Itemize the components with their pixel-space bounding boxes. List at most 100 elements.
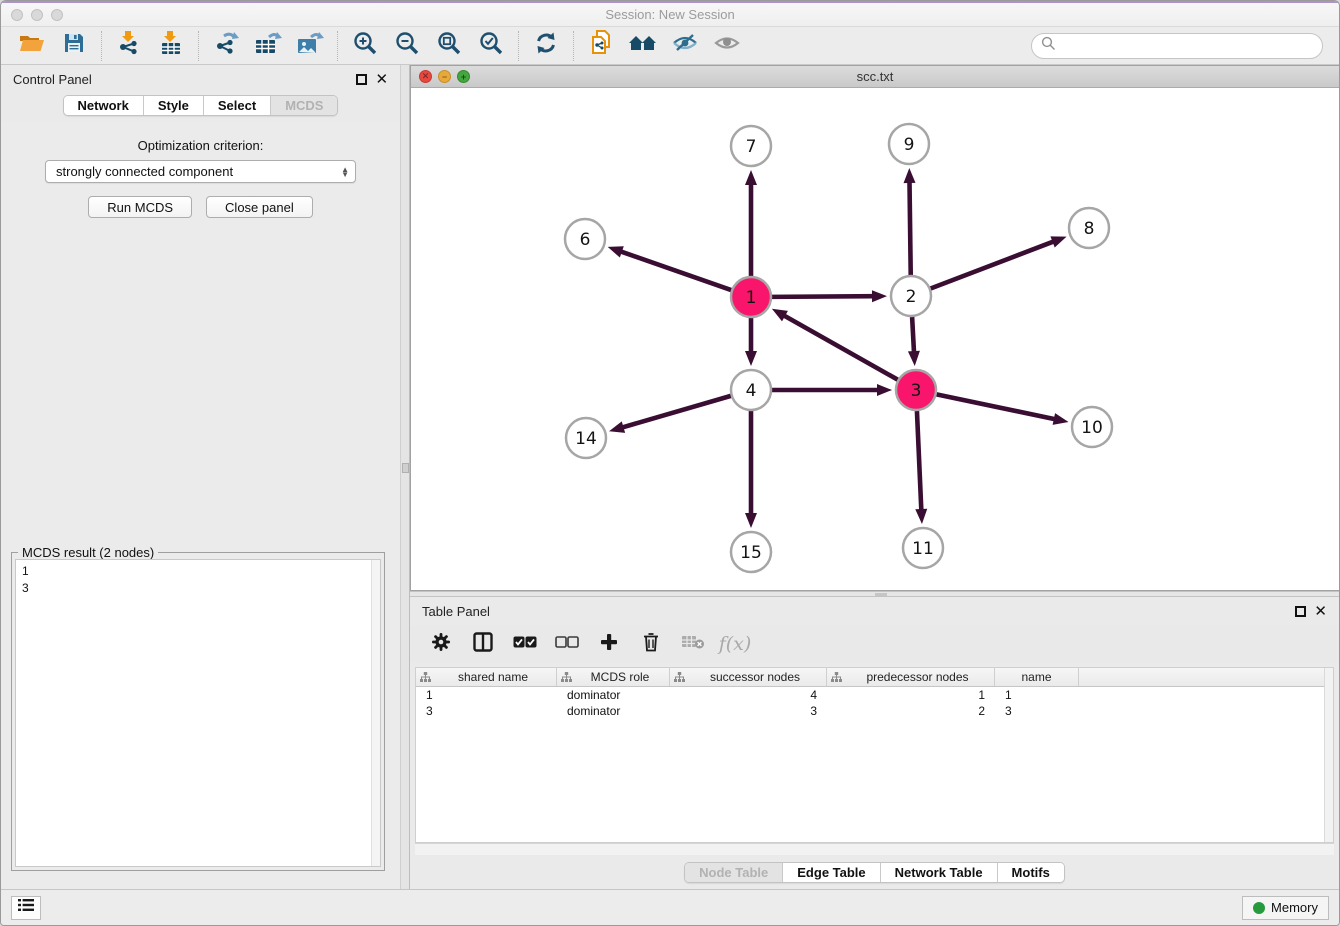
hide-selected-button[interactable] xyxy=(664,30,706,62)
export-image-button[interactable] xyxy=(289,30,331,62)
column-header-shared-name[interactable]: shared name xyxy=(416,668,557,686)
graph-edge-3-10[interactable] xyxy=(937,394,1056,419)
toolbar-separator xyxy=(573,31,574,61)
graph-edge-1-6[interactable] xyxy=(620,251,731,290)
cell-predecessor-nodes[interactable]: 2 xyxy=(827,703,995,719)
float-table-panel-icon[interactable] xyxy=(1295,606,1306,617)
table-row[interactable]: 1dominator411 xyxy=(416,687,1333,703)
zoom-selected-button[interactable] xyxy=(470,30,512,62)
search-input[interactable] xyxy=(1061,38,1313,53)
go-home-button[interactable] xyxy=(622,30,664,62)
delete-column-button[interactable] xyxy=(634,629,668,659)
zoom-out-button[interactable] xyxy=(386,30,428,62)
graph-edge-4-14[interactable] xyxy=(622,396,731,428)
select-stepper-icon: ▲▼ xyxy=(341,167,351,177)
fx-icon: f(x) xyxy=(719,633,752,655)
table-settings-button[interactable] xyxy=(424,629,458,659)
graph-edge-3-11[interactable] xyxy=(917,411,921,511)
tab-network-table[interactable]: Network Table xyxy=(881,863,998,882)
tab-motifs[interactable]: Motifs xyxy=(998,863,1064,882)
column-header-predecessor-nodes[interactable]: predecessor nodes xyxy=(827,668,995,686)
zoom-fit-icon xyxy=(436,30,462,61)
zoom-in-button[interactable] xyxy=(344,30,386,62)
network-graph[interactable]: 7968124314101511 xyxy=(411,88,1339,588)
splitter-handle[interactable] xyxy=(875,593,887,596)
network-canvas[interactable]: 7968124314101511 xyxy=(411,88,1339,590)
cell-name[interactable]: 3 xyxy=(995,703,1079,719)
network-window-titlebar[interactable]: ✕ − + scc.txt xyxy=(411,66,1339,88)
close-panel-button[interactable]: Close panel xyxy=(206,196,313,218)
table-vertical-scrollbar[interactable] xyxy=(1324,668,1333,842)
tab-mcds[interactable]: MCDS xyxy=(271,96,337,115)
close-panel-icon[interactable]: ✕ xyxy=(375,74,388,85)
graph-arrowhead-3-1 xyxy=(772,309,788,322)
add-column-button[interactable] xyxy=(592,629,626,659)
delete-table-icon xyxy=(681,634,705,655)
eye-icon xyxy=(713,32,741,59)
column-layout-button[interactable] xyxy=(466,629,500,659)
cell-MCDS-role[interactable]: dominator xyxy=(557,687,670,703)
vertical-splitter[interactable] xyxy=(400,65,410,889)
export-table-button[interactable] xyxy=(247,30,289,62)
optimization-criterion-label: Optimization criterion: xyxy=(1,138,400,153)
tab-network[interactable]: Network xyxy=(64,96,144,115)
import-network-button[interactable] xyxy=(108,30,150,62)
import-table-icon xyxy=(158,30,184,61)
graph-edge-2-3[interactable] xyxy=(912,317,914,353)
mcds-result-line: 3 xyxy=(22,580,380,597)
clone-network-button[interactable] xyxy=(580,30,622,62)
search-box[interactable] xyxy=(1031,33,1323,59)
network-close-button[interactable]: ✕ xyxy=(419,70,432,83)
save-session-button[interactable] xyxy=(53,30,95,62)
result-scrollbar[interactable] xyxy=(371,560,380,866)
console-button[interactable] xyxy=(11,896,41,920)
application-window: Session: New Session xyxy=(0,0,1340,926)
splitter-handle[interactable] xyxy=(402,463,409,473)
tab-style[interactable]: Style xyxy=(144,96,204,115)
cell-shared-name[interactable]: 1 xyxy=(416,687,557,703)
cell-predecessor-nodes[interactable]: 1 xyxy=(827,687,995,703)
criterion-select[interactable]: strongly connected component ▲▼ xyxy=(45,160,356,183)
table-row[interactable]: 3dominator323 xyxy=(416,703,1333,719)
deselect-all-button[interactable] xyxy=(550,629,584,659)
graph-edge-3-1[interactable] xyxy=(783,315,897,380)
select-all-button[interactable] xyxy=(508,629,542,659)
window-titlebar[interactable]: Session: New Session xyxy=(1,3,1339,27)
column-header-successor-nodes[interactable]: successor nodes xyxy=(670,668,827,686)
shared-column-icon xyxy=(674,672,685,682)
column-header-name[interactable]: name xyxy=(995,668,1079,686)
cell-name[interactable]: 1 xyxy=(995,687,1079,703)
tab-node-table[interactable]: Node Table xyxy=(685,863,783,882)
float-panel-icon[interactable] xyxy=(356,74,367,85)
close-table-panel-icon[interactable]: ✕ xyxy=(1314,606,1327,617)
network-minimize-button[interactable]: − xyxy=(438,70,451,83)
refresh-view-button[interactable] xyxy=(525,30,567,62)
cell-successor-nodes[interactable]: 4 xyxy=(670,687,827,703)
control-panel-tabs: NetworkStyleSelectMCDS xyxy=(63,95,339,116)
import-network-icon xyxy=(116,30,142,61)
graph-edge-2-8[interactable] xyxy=(931,241,1055,288)
tab-select[interactable]: Select xyxy=(204,96,271,115)
memory-button[interactable]: Memory xyxy=(1242,896,1329,920)
cell-shared-name[interactable]: 3 xyxy=(416,703,557,719)
graph-edge-1-2[interactable] xyxy=(772,296,874,297)
cell-successor-nodes[interactable]: 3 xyxy=(670,703,827,719)
export-network-button[interactable] xyxy=(205,30,247,62)
import-table-button[interactable] xyxy=(150,30,192,62)
table-horizontal-scrollbar[interactable] xyxy=(415,843,1334,855)
table-body[interactable]: 1dominator4113dominator323 xyxy=(416,687,1333,842)
tab-edge-table[interactable]: Edge Table xyxy=(783,863,880,882)
graph-arrowhead-3-11 xyxy=(915,509,927,524)
zoom-fit-button[interactable] xyxy=(428,30,470,62)
graph-arrowhead-2-8 xyxy=(1050,236,1066,247)
show-all-button[interactable] xyxy=(706,30,748,62)
open-session-button[interactable] xyxy=(11,30,53,62)
column-header-MCDS-role[interactable]: MCDS role xyxy=(557,668,670,686)
run-mcds-button[interactable]: Run MCDS xyxy=(88,196,192,218)
graph-edge-2-9[interactable] xyxy=(909,181,910,275)
cell-MCDS-role[interactable]: dominator xyxy=(557,703,670,719)
graph-node-label-2: 2 xyxy=(906,287,917,307)
network-zoom-button[interactable]: + xyxy=(457,70,470,83)
mcds-result-list[interactable]: 13 xyxy=(15,559,381,867)
toolbar-separator xyxy=(198,31,199,61)
